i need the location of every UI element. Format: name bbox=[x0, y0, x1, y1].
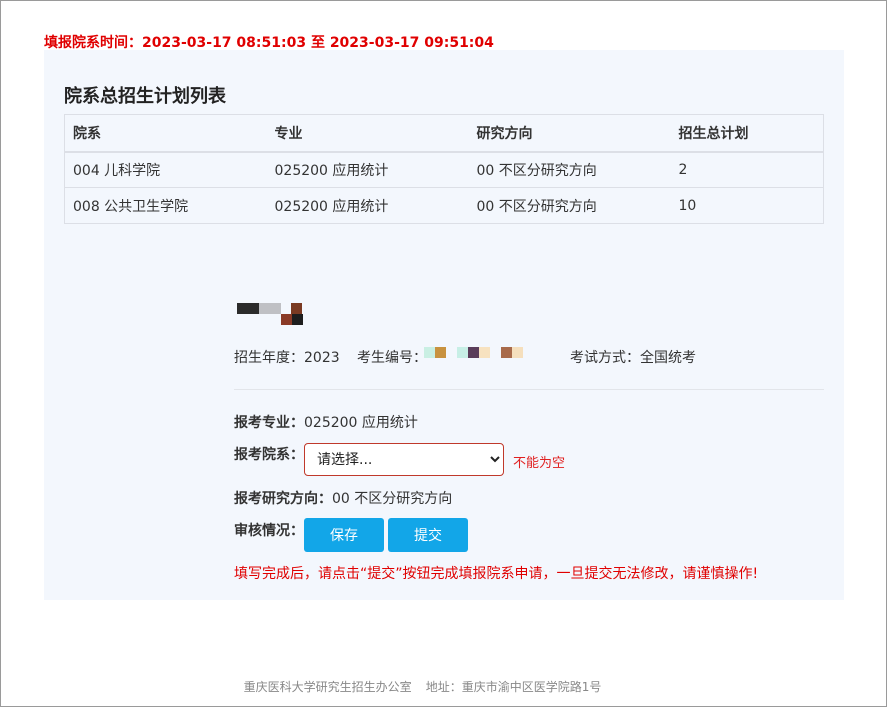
cell-dept: 004 儿科学院 bbox=[64, 151, 267, 188]
direction-row: 报考研究方向：00 不区分研究方向 bbox=[234, 488, 452, 508]
cell-quota: 2 bbox=[670, 151, 824, 188]
fill-time-range: 2023-03-17 08:51:03 至 2023-03-17 09:51:0… bbox=[142, 35, 494, 51]
dept-error-message: 不能为空 bbox=[513, 456, 566, 471]
enroll-year-value: 2023 bbox=[304, 350, 340, 366]
footer-office: 重庆医科大学研究生招生办公室 bbox=[243, 680, 412, 694]
enroll-year: 招生年度：2023 bbox=[234, 347, 340, 367]
candidate-id: 考生编号： bbox=[357, 347, 427, 367]
table-row: 004 儿科学院 025200 应用统计 00 不区分研究方向 2 bbox=[64, 151, 824, 188]
candidate-id-label: 考生编号： bbox=[357, 350, 427, 366]
cell-direction: 00 不区分研究方向 bbox=[468, 151, 671, 188]
cell-direction: 00 不区分研究方向 bbox=[468, 187, 671, 224]
column-header-direction: 研究方向 bbox=[468, 114, 671, 153]
dept-label: 报考院系： bbox=[234, 447, 304, 463]
table-header-row: 院系 专业 研究方向 招生总计划 bbox=[64, 114, 824, 153]
cell-dept: 008 公共卫生学院 bbox=[64, 187, 267, 224]
plan-table: 院系 专业 研究方向 招生总计划 004 儿科学院 025200 应用统计 00… bbox=[64, 114, 824, 224]
column-header-quota: 招生总计划 bbox=[670, 114, 824, 153]
divider bbox=[234, 389, 824, 390]
column-header-dept: 院系 bbox=[64, 114, 267, 153]
major-value: 025200 应用统计 bbox=[304, 415, 418, 431]
cell-quota: 10 bbox=[670, 187, 824, 224]
submit-warning: 填写完成后，请点击“提交”按钮完成填报院系申请，一旦提交无法修改，请谨慎操作! bbox=[234, 566, 759, 582]
footer: 重庆医科大学研究生招生办公室 地址：重庆市渝中区医学院路1号 bbox=[0, 678, 845, 695]
column-header-major: 专业 bbox=[266, 114, 469, 153]
enroll-year-label: 招生年度： bbox=[234, 350, 304, 366]
plan-table-title: 院系总招生计划列表 bbox=[64, 86, 226, 107]
cell-major: 025200 应用统计 bbox=[266, 151, 469, 188]
major-row: 报考专业：025200 应用统计 bbox=[234, 412, 418, 432]
exam-type: 考试方式：全国统考 bbox=[570, 347, 696, 367]
dept-select[interactable]: 请选择... bbox=[304, 443, 504, 476]
dept-row-label: 报考院系： bbox=[234, 444, 304, 464]
exam-type-value: 全国统考 bbox=[640, 350, 696, 366]
save-button[interactable]: 保存 bbox=[304, 518, 384, 552]
major-label: 报考专业： bbox=[234, 415, 304, 431]
direction-value: 00 不区分研究方向 bbox=[332, 491, 453, 507]
direction-label: 报考研究方向： bbox=[234, 491, 332, 507]
review-row: 审核情况： bbox=[234, 520, 304, 540]
exam-type-label: 考试方式： bbox=[570, 350, 640, 366]
submit-button[interactable]: 提交 bbox=[388, 518, 468, 552]
table-row: 008 公共卫生学院 025200 应用统计 00 不区分研究方向 10 bbox=[64, 187, 824, 224]
footer-address: 地址：重庆市渝中区医学院路1号 bbox=[425, 680, 602, 694]
fill-time-notice: 填报院系时间：2023-03-17 08:51:03 至 2023-03-17 … bbox=[44, 32, 494, 52]
fill-time-label: 填报院系时间： bbox=[44, 35, 142, 51]
cell-major: 025200 应用统计 bbox=[266, 187, 469, 224]
review-label: 审核情况： bbox=[234, 523, 304, 539]
